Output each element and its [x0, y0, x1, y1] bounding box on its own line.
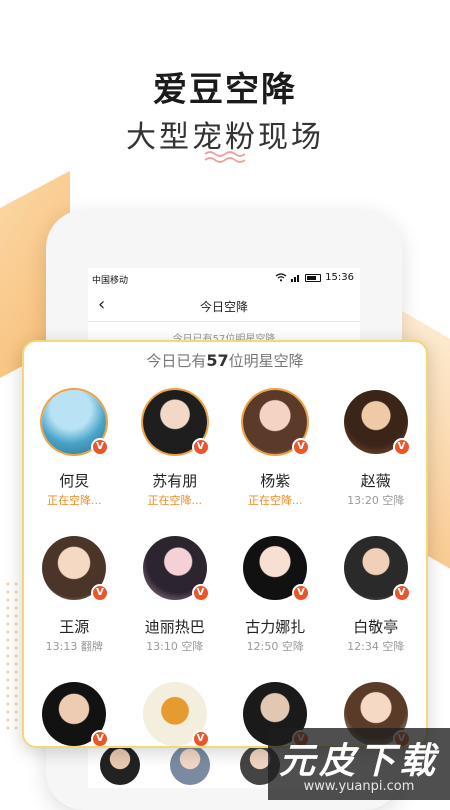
nav-title: 今日空降: [199, 300, 248, 314]
star-item[interactable]: V 白敬亭 12:34 空降: [326, 536, 427, 674]
battery-icon: [305, 273, 322, 282]
star-name: 王源: [59, 618, 90, 636]
star-status: 12:34 空降: [347, 640, 405, 653]
star-item[interactable]: V 古力娜扎 12:50 空降: [225, 536, 326, 674]
watermark-logo: 元皮下载: [278, 741, 439, 782]
avatar-peek: [100, 745, 140, 785]
avatar[interactable]: V: [142, 390, 210, 456]
promo-title: 爱豆空降: [153, 70, 297, 110]
star-item[interactable]: V: [24, 682, 125, 746]
star-status: 正在空降...: [248, 494, 303, 507]
header-prefix: 今日已有: [146, 352, 207, 370]
star-item[interactable]: V 何炅正在空降...: [24, 390, 125, 528]
status-carrier: 中国移动: [92, 276, 129, 286]
status-bar: 中国移动 15:36: [88, 268, 360, 290]
wave-icon: [204, 151, 246, 163]
avatar[interactable]: V: [42, 682, 109, 746]
star-item[interactable]: V 杨紫正在空降...: [225, 390, 326, 528]
star-name: 古力娜扎: [245, 618, 306, 636]
star-name: 迪丽热巴: [144, 618, 205, 636]
verified-badge-icon: V: [191, 730, 210, 746]
signal-icon: [291, 275, 300, 282]
verified-badge-icon: V: [292, 438, 310, 456]
star-item[interactable]: V 赵薇 13:20 空降: [326, 390, 427, 528]
star-status: 13:20 空降: [347, 494, 405, 507]
verified-badge-icon: V: [392, 584, 411, 602]
star-count: 57: [206, 351, 229, 370]
star-status: 正在空降...: [147, 494, 203, 507]
avatar-peek: [170, 745, 210, 785]
star-item[interactable]: V: [125, 682, 226, 746]
avatar[interactable]: V: [243, 536, 310, 602]
verified-badge-icon: V: [91, 730, 109, 746]
star-status: 13:13 翻牌: [45, 640, 103, 653]
verified-badge-icon: V: [392, 438, 411, 456]
avatar[interactable]: V: [42, 390, 109, 456]
star-name: 杨紫: [260, 472, 291, 490]
star-status: 13:10 空降: [146, 640, 204, 653]
verified-badge-icon: V: [191, 438, 210, 456]
star-status: 12:50 空降: [246, 640, 304, 653]
verified-badge-icon: V: [191, 584, 210, 602]
star-status: 正在空降...: [47, 494, 102, 507]
star-item[interactable]: V 迪丽热巴 13:10 空降: [125, 536, 226, 674]
star-name: 苏有朋: [152, 472, 198, 490]
star-item[interactable]: V 苏有朋正在空降...: [125, 390, 226, 528]
avatar[interactable]: V: [142, 536, 210, 602]
star-item[interactable]: V 王源 13:13 翻牌: [24, 536, 125, 674]
status-time: 15:36: [325, 272, 354, 283]
status-indicators: 15:36: [275, 272, 354, 283]
avatar[interactable]: V: [343, 536, 411, 602]
airdrop-card: 今日已有57位明星空降 V 何炅 正在空降... V 苏有朋 正在空降... V 杨紫 正在空降…: [22, 340, 428, 748]
verified-badge-icon: V: [91, 438, 109, 456]
watermark-url: www.yuanpi.com: [303, 779, 415, 794]
nav-bar: ‹ 今日空降: [88, 290, 360, 322]
star-name: 赵薇: [360, 472, 391, 490]
verified-badge-icon: V: [292, 584, 310, 602]
header-suffix: 位明星空降: [228, 352, 304, 370]
verified-badge-icon: V: [91, 584, 109, 602]
avatar[interactable]: V: [142, 682, 210, 746]
star-name: 何炅: [59, 472, 90, 490]
wifi-icon: [275, 273, 287, 282]
avatar[interactable]: V: [42, 536, 109, 602]
star-grid: V 何炅 正在空降... V 苏有朋 正在空降... V 杨紫 正在空降... V 赵薇 13:20 …: [24, 390, 427, 746]
star-name: 白敬亭: [353, 618, 399, 636]
watermark: 元皮下载 www.yuanpi.com: [268, 728, 450, 800]
avatar[interactable]: V: [343, 390, 411, 456]
card-header: 今日已有57位明星空降: [24, 350, 426, 371]
avatar[interactable]: V: [243, 390, 310, 456]
